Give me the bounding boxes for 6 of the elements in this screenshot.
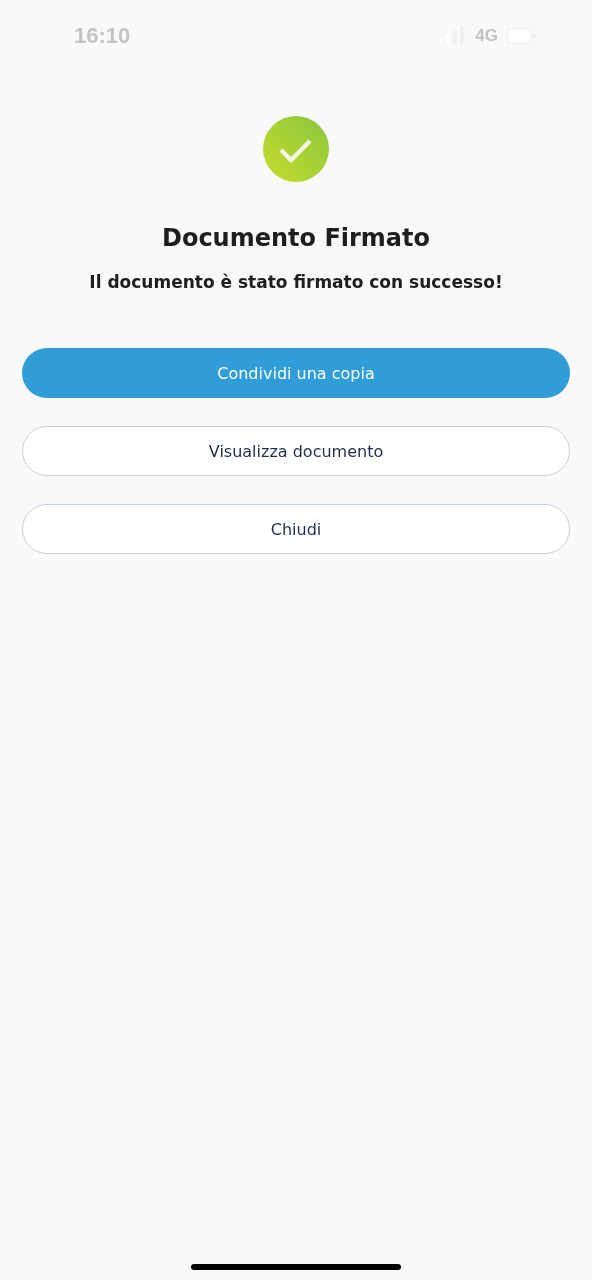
action-button[interactable]: Chiudi — [22, 504, 570, 554]
success-check-icon — [263, 116, 329, 182]
action-button[interactable]: Visualizza documento — [22, 426, 570, 476]
success-message: Il documento è stato firmato con successo! — [89, 272, 503, 292]
screen-title: Documento Firmato — [162, 224, 430, 252]
home-indicator[interactable] — [191, 1264, 401, 1270]
